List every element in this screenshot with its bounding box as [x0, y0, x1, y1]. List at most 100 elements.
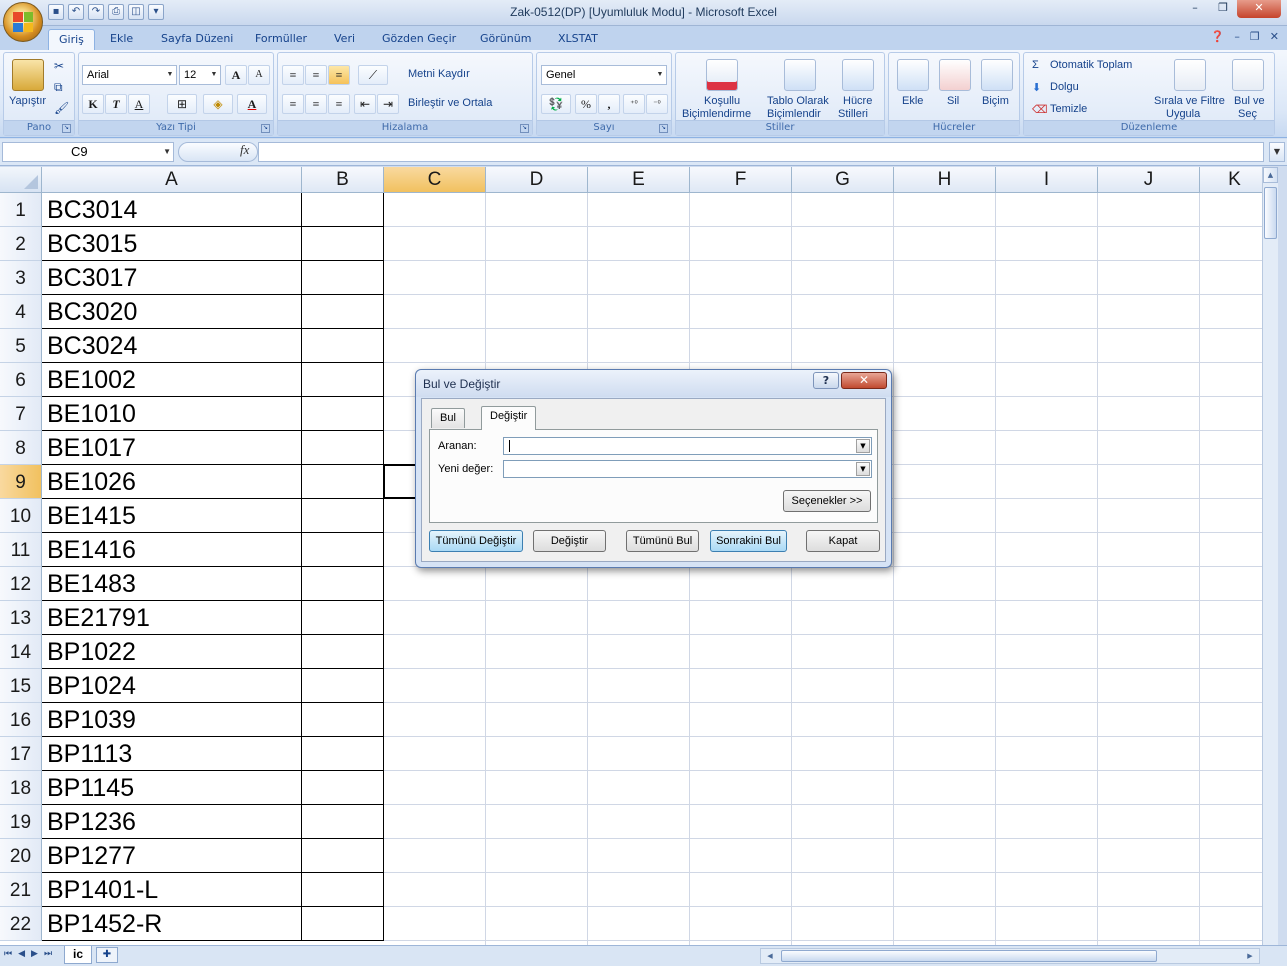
cell-b[interactable]: [302, 431, 384, 465]
cell-a[interactable]: BP1277: [42, 839, 302, 873]
decrease-decimal-icon[interactable]: ⁻⁰: [646, 94, 668, 114]
row-header[interactable]: 11: [0, 533, 42, 567]
expand-formula-bar-icon[interactable]: ▼: [1269, 142, 1285, 162]
wrap-text-button[interactable]: Metni Kaydır: [408, 68, 470, 80]
name-box[interactable]: C9 ▼: [2, 142, 174, 162]
delete-cells-icon[interactable]: [939, 59, 971, 91]
align-center-icon[interactable]: ≡: [305, 94, 327, 114]
cell-b[interactable]: [302, 465, 384, 499]
row-header[interactable]: 21: [0, 873, 42, 907]
conditional-formatting-label[interactable]: Koşullu: [704, 95, 740, 107]
column-header-e[interactable]: E: [588, 167, 690, 193]
scroll-left-icon[interactable]: ◀: [763, 949, 777, 963]
align-middle-icon[interactable]: ≡: [305, 65, 327, 85]
cell-styles-label[interactable]: Hücre: [843, 95, 872, 107]
increase-indent-icon[interactable]: ⇥: [377, 94, 399, 114]
sort-filter-label[interactable]: Sırala ve Filtre: [1154, 95, 1225, 107]
row-header[interactable]: 1: [0, 193, 42, 227]
row-header[interactable]: 15: [0, 669, 42, 703]
cell-a[interactable]: BP1236: [42, 805, 302, 839]
next-sheet-icon[interactable]: ▶: [31, 949, 38, 959]
column-header-b[interactable]: B: [302, 167, 384, 193]
orientation-icon[interactable]: ⟋: [358, 65, 388, 85]
replace-all-button[interactable]: Tümünü Değiştir: [429, 530, 523, 552]
close-dialog-button[interactable]: Kapat: [806, 530, 880, 552]
find-all-button[interactable]: Tümünü Bul: [626, 530, 699, 552]
column-header-a[interactable]: A: [42, 167, 302, 193]
row-header[interactable]: 6: [0, 363, 42, 397]
cell-a[interactable]: BE1017: [42, 431, 302, 465]
paste-icon[interactable]: [12, 59, 44, 91]
cell-styles-icon[interactable]: [842, 59, 874, 91]
tab-gozden-gecir[interactable]: Gözden Geçir: [372, 29, 466, 50]
cell-a[interactable]: BE21791: [42, 601, 302, 635]
font-color-icon[interactable]: A: [237, 94, 267, 114]
format-cells-icon[interactable]: [981, 59, 1013, 91]
ribbon-minimize-icon[interactable]: –: [1234, 30, 1240, 43]
align-top-icon[interactable]: ≡: [282, 65, 304, 85]
close-button[interactable]: ✕: [1237, 0, 1281, 18]
scroll-up-icon[interactable]: ▲: [1263, 167, 1278, 183]
select-all-button[interactable]: [0, 167, 42, 193]
format-painter-icon[interactable]: 🖌: [54, 101, 69, 115]
cell-b[interactable]: [302, 363, 384, 397]
dialog-help-button[interactable]: ?: [813, 372, 839, 389]
font-name-combo[interactable]: Arial ▼: [82, 65, 177, 85]
find-select-label2[interactable]: Seç: [1238, 108, 1257, 120]
sort-filter-icon[interactable]: [1174, 59, 1206, 91]
cell-a[interactable]: BP1039: [42, 703, 302, 737]
cell-b[interactable]: [302, 567, 384, 601]
vertical-scroll-thumb[interactable]: [1264, 187, 1277, 239]
paste-label[interactable]: Yapıştır: [9, 95, 46, 107]
insert-cells-label[interactable]: Ekle: [902, 95, 923, 107]
cell-b[interactable]: [302, 499, 384, 533]
cell-a[interactable]: BP1024: [42, 669, 302, 703]
percent-button[interactable]: %: [575, 94, 597, 114]
cell-a[interactable]: BE1002: [42, 363, 302, 397]
tab-xlstat[interactable]: XLSTAT: [548, 29, 608, 50]
cell-a[interactable]: BE1483: [42, 567, 302, 601]
cell-b[interactable]: [302, 669, 384, 703]
column-header-j[interactable]: J: [1098, 167, 1200, 193]
autosum-label[interactable]: Otomatik Toplam: [1050, 59, 1132, 71]
fill-icon[interactable]: ⬇: [1032, 81, 1041, 94]
cell-a[interactable]: BP1452-R: [42, 907, 302, 941]
dialog-launcher-icon[interactable]: ↘: [261, 124, 270, 133]
increase-decimal-icon[interactable]: ⁺⁰: [623, 94, 645, 114]
scroll-right-icon[interactable]: ▶: [1243, 949, 1257, 963]
tab-find[interactable]: Bul: [431, 408, 465, 428]
align-left-icon[interactable]: ≡: [282, 94, 304, 114]
row-header[interactable]: 4: [0, 295, 42, 329]
minimize-button[interactable]: –: [1181, 0, 1209, 18]
cell-a[interactable]: BP1113: [42, 737, 302, 771]
cell-b[interactable]: [302, 397, 384, 431]
column-header-d[interactable]: D: [486, 167, 588, 193]
column-header-i[interactable]: I: [996, 167, 1098, 193]
row-header[interactable]: 14: [0, 635, 42, 669]
row-header[interactable]: 7: [0, 397, 42, 431]
formula-input[interactable]: [258, 142, 1264, 162]
column-header-k[interactable]: K: [1200, 167, 1262, 193]
cell-b[interactable]: [302, 805, 384, 839]
clear-label[interactable]: Temizle: [1050, 103, 1087, 115]
ribbon-close-icon[interactable]: ✕: [1270, 30, 1279, 43]
cell-b[interactable]: [302, 193, 384, 227]
dialog-launcher-icon[interactable]: ↘: [659, 124, 668, 133]
cell-b[interactable]: [302, 329, 384, 363]
dialog-title-bar[interactable]: Bul ve Değiştir ? ✕: [416, 370, 891, 397]
cell-a[interactable]: BP1022: [42, 635, 302, 669]
cell-b[interactable]: [302, 839, 384, 873]
row-header[interactable]: 8: [0, 431, 42, 465]
cell-a[interactable]: BP1145: [42, 771, 302, 805]
prev-sheet-icon[interactable]: ◀: [18, 949, 25, 959]
horizontal-scrollbar[interactable]: ◀ ▶: [760, 948, 1260, 964]
cut-icon[interactable]: ✂: [54, 59, 64, 73]
dialog-launcher-icon[interactable]: ↘: [520, 124, 529, 133]
clear-icon[interactable]: ⌫: [1032, 103, 1048, 116]
column-header-c[interactable]: C: [384, 167, 486, 193]
cell-a[interactable]: BE1416: [42, 533, 302, 567]
vertical-scrollbar[interactable]: ▲: [1262, 167, 1278, 945]
insert-cells-icon[interactable]: [897, 59, 929, 91]
cell-a[interactable]: BC3014: [42, 193, 302, 227]
cell-a[interactable]: BE1026: [42, 465, 302, 499]
